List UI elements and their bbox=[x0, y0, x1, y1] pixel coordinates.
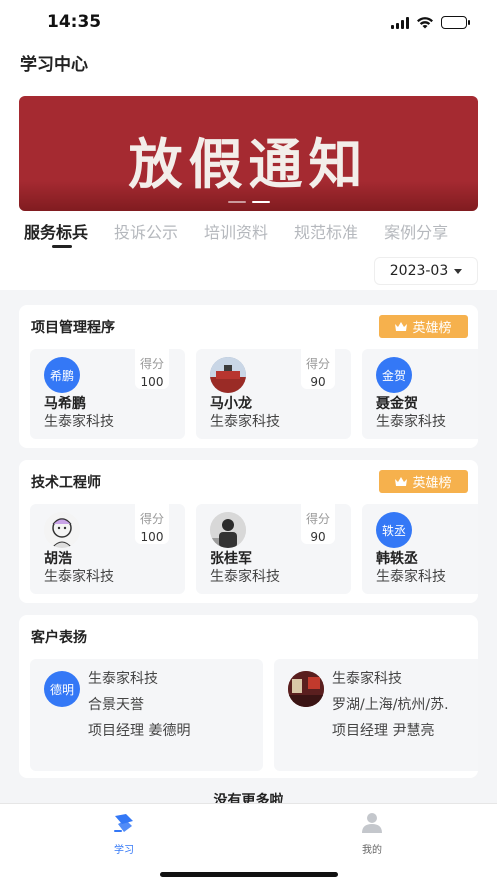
wifi-icon bbox=[417, 16, 433, 28]
tabbar-item-study[interactable]: 学习 bbox=[94, 812, 154, 856]
battery-icon bbox=[441, 16, 470, 29]
tabbar-item-profile[interactable]: 我的 bbox=[342, 812, 402, 856]
tab-standards[interactable]: 规范标准 bbox=[294, 219, 358, 251]
praise-company: 生泰家科技 bbox=[88, 671, 158, 687]
crown-icon bbox=[395, 476, 408, 486]
person-company: 生泰家科技 bbox=[376, 414, 446, 430]
tabbar-label: 我的 bbox=[362, 845, 382, 856]
person-card[interactable]: 轶丞 得8 韩轶丞 生泰家科技 bbox=[362, 504, 478, 594]
status-bar: 14:35 bbox=[0, 0, 497, 44]
avatar: 轶丞 bbox=[376, 512, 412, 548]
section-customer-praise: 客户表扬 德明 生泰家科技 合景天誉 项目经理 姜德明 生泰家科技 罗湖/上海/… bbox=[19, 615, 478, 778]
praise-company: 生泰家科技 bbox=[332, 671, 402, 687]
avatar-photo bbox=[44, 512, 80, 548]
person-name: 马希鹏 bbox=[44, 396, 86, 412]
tab-cases[interactable]: 案例分享 bbox=[384, 219, 448, 251]
section-title: 项目管理程序 bbox=[31, 320, 115, 336]
score-label: 得分 bbox=[139, 357, 164, 371]
study-icon bbox=[114, 814, 133, 832]
score-box: 得分 90 bbox=[301, 349, 335, 389]
score-label: 得分 bbox=[305, 357, 330, 371]
person-company: 生泰家科技 bbox=[376, 569, 446, 585]
person-name: 马小龙 bbox=[210, 396, 252, 412]
tab-complaints[interactable]: 投诉公示 bbox=[114, 219, 178, 251]
person-name: 胡浩 bbox=[44, 551, 72, 567]
praise-role: 项目经理 尹慧亮 bbox=[332, 723, 435, 739]
score-label: 得分 bbox=[139, 512, 164, 526]
praise-card[interactable]: 生泰家科技 罗湖/上海/杭州/苏. 项目经理 尹慧亮 bbox=[274, 659, 478, 771]
home-indicator bbox=[160, 872, 338, 877]
section-title: 客户表扬 bbox=[31, 630, 87, 646]
person-card[interactable]: 得分 90 张桂军 生泰家科技 bbox=[196, 504, 351, 594]
page-header: 学习中心 bbox=[0, 44, 497, 84]
hero-board-button[interactable]: 英雄榜 bbox=[379, 315, 468, 338]
score-value: 90 bbox=[310, 375, 326, 389]
praise-role: 项目经理 姜德明 bbox=[88, 723, 191, 739]
signal-icon bbox=[391, 16, 409, 29]
banner-carousel[interactable]: 放假通知 bbox=[19, 96, 478, 211]
person-company: 生泰家科技 bbox=[210, 569, 280, 585]
section-title: 技术工程师 bbox=[31, 475, 101, 491]
score-box: 得分 100 bbox=[135, 504, 169, 544]
avatar: 希鹏 bbox=[44, 357, 80, 393]
score-box: 得分 100 bbox=[135, 349, 169, 389]
person-card[interactable]: 金贺 得8 聂金贺 生泰家科技 bbox=[362, 349, 478, 439]
crown-icon bbox=[395, 321, 408, 331]
tabbar-label: 学习 bbox=[114, 845, 134, 856]
avatar-photo bbox=[210, 357, 246, 393]
person-company: 生泰家科技 bbox=[210, 414, 280, 430]
profile-icon bbox=[362, 813, 382, 833]
banner-text: 放假通知 bbox=[128, 132, 369, 196]
score-value: 100 bbox=[140, 375, 164, 389]
status-icons bbox=[391, 16, 470, 29]
person-name: 聂金贺 bbox=[376, 396, 418, 412]
person-card[interactable]: 希鹏 得分 100 马希鹏 生泰家科技 bbox=[30, 349, 185, 439]
avatar-photo bbox=[210, 512, 246, 548]
month-value: 2023-03 bbox=[389, 263, 449, 279]
person-card[interactable]: 得分 100 胡浩 生泰家科技 bbox=[30, 504, 185, 594]
hero-board-button[interactable]: 英雄榜 bbox=[379, 470, 468, 493]
avatar: 德明 bbox=[44, 671, 80, 707]
section-project-management: 项目管理程序 英雄榜 希鹏 得分 100 马希鹏 生泰家科技 得分 90 马小龙 生… bbox=[19, 305, 478, 448]
praise-project: 合景天誉 bbox=[88, 697, 144, 713]
person-name: 张桂军 bbox=[210, 551, 252, 567]
avatar: 金贺 bbox=[376, 357, 412, 393]
bottom-tabbar: 学习 我的 bbox=[0, 803, 497, 883]
score-box: 得分 90 bbox=[301, 504, 335, 544]
section-technical-engineers: 技术工程师 英雄榜 得分 100 胡浩 生泰家科技 得分 90 张桂军 生泰家科技 … bbox=[19, 460, 478, 603]
score-label: 得分 bbox=[305, 512, 330, 526]
hero-board-label: 英雄榜 bbox=[412, 476, 452, 491]
person-card[interactable]: 得分 90 马小龙 生泰家科技 bbox=[196, 349, 351, 439]
score-value: 90 bbox=[310, 530, 326, 544]
hero-board-label: 英雄榜 bbox=[412, 321, 452, 336]
caret-down-icon bbox=[454, 268, 463, 274]
page-title: 学习中心 bbox=[20, 55, 88, 75]
month-selector[interactable]: 2023-03 bbox=[374, 257, 478, 285]
carousel-indicator bbox=[19, 201, 478, 203]
tab-service-model[interactable]: 服务标兵 bbox=[24, 219, 88, 251]
person-name: 韩轶丞 bbox=[376, 551, 418, 567]
person-company: 生泰家科技 bbox=[44, 569, 114, 585]
tab-training[interactable]: 培训资料 bbox=[204, 219, 268, 251]
praise-card[interactable]: 德明 生泰家科技 合景天誉 项目经理 姜德明 bbox=[30, 659, 263, 771]
category-tabs: 服务标兵 投诉公示 培训资料 规范标准 案例分享 bbox=[24, 219, 497, 253]
person-company: 生泰家科技 bbox=[44, 414, 114, 430]
avatar-photo bbox=[288, 671, 324, 707]
score-value: 100 bbox=[140, 530, 164, 544]
praise-project: 罗湖/上海/杭州/苏. bbox=[332, 697, 449, 713]
status-time: 14:35 bbox=[47, 12, 102, 32]
